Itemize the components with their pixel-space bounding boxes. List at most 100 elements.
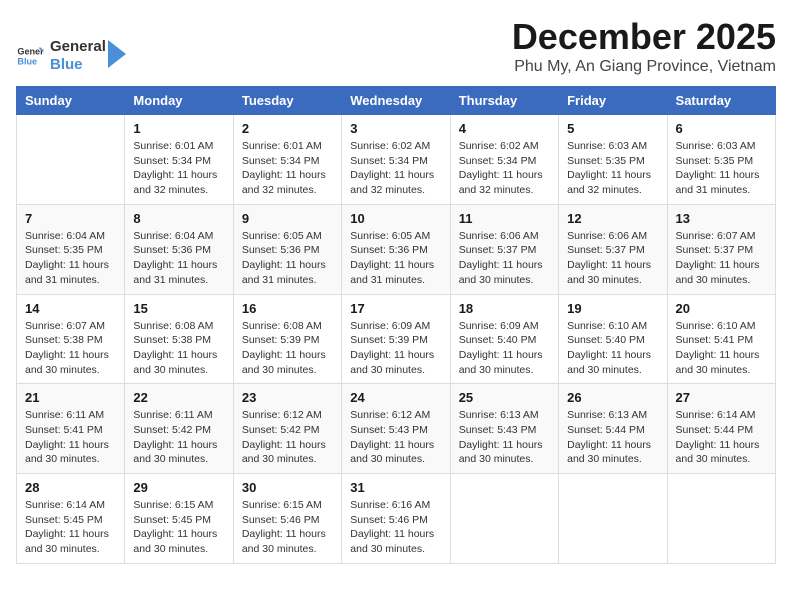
- title-section: December 2025 Phu My, An Giang Province,…: [512, 16, 776, 76]
- day-number: 27: [676, 390, 767, 405]
- calendar-cell: [450, 474, 558, 564]
- calendar-cell: 29 Sunrise: 6:15 AMSunset: 5:45 PMDayligh…: [125, 474, 233, 564]
- calendar-cell: 18 Sunrise: 6:09 AMSunset: 5:40 PMDayligh…: [450, 294, 558, 384]
- day-number: 14: [25, 301, 116, 316]
- day-info: Sunrise: 6:12 AMSunset: 5:42 PMDaylight:…: [242, 408, 333, 467]
- day-info: Sunrise: 6:10 AMSunset: 5:41 PMDaylight:…: [676, 319, 767, 378]
- day-number: 17: [350, 301, 441, 316]
- calendar-cell: 24 Sunrise: 6:12 AMSunset: 5:43 PMDayligh…: [342, 384, 450, 474]
- day-number: 7: [25, 211, 116, 226]
- day-info: Sunrise: 6:07 AMSunset: 5:37 PMDaylight:…: [676, 229, 767, 288]
- day-info: Sunrise: 6:08 AMSunset: 5:39 PMDaylight:…: [242, 319, 333, 378]
- day-number: 19: [567, 301, 658, 316]
- logo-general: General: [50, 38, 106, 56]
- day-info: Sunrise: 6:04 AMSunset: 5:36 PMDaylight:…: [133, 229, 224, 288]
- calendar-cell: 16 Sunrise: 6:08 AMSunset: 5:39 PMDayligh…: [233, 294, 341, 384]
- calendar-table: SundayMondayTuesdayWednesdayThursdayFrid…: [16, 86, 776, 564]
- day-number: 26: [567, 390, 658, 405]
- calendar-cell: 31 Sunrise: 6:16 AMSunset: 5:46 PMDayligh…: [342, 474, 450, 564]
- day-number: 12: [567, 211, 658, 226]
- weekday-header-friday: Friday: [559, 87, 667, 115]
- day-info: Sunrise: 6:10 AMSunset: 5:40 PMDaylight:…: [567, 319, 658, 378]
- day-number: 1: [133, 121, 224, 136]
- day-number: 18: [459, 301, 550, 316]
- calendar-cell: 7Sunrise: 6:04 AMSunset: 5:35 PMDaylight…: [17, 204, 125, 294]
- calendar-cell: 2Sunrise: 6:01 AMSunset: 5:34 PMDaylight…: [233, 115, 341, 205]
- day-number: 13: [676, 211, 767, 226]
- weekday-header-wednesday: Wednesday: [342, 87, 450, 115]
- calendar-week-2: 7Sunrise: 6:04 AMSunset: 5:35 PMDaylight…: [17, 204, 776, 294]
- day-number: 9: [242, 211, 333, 226]
- day-info: Sunrise: 6:16 AMSunset: 5:46 PMDaylight:…: [350, 498, 441, 557]
- day-info: Sunrise: 6:15 AMSunset: 5:45 PMDaylight:…: [133, 498, 224, 557]
- calendar-cell: 15Sunrise: 6:08 AMSunset: 5:38 PMDayligh…: [125, 294, 233, 384]
- day-info: Sunrise: 6:08 AMSunset: 5:38 PMDaylight:…: [133, 319, 224, 378]
- calendar-cell: 6Sunrise: 6:03 AMSunset: 5:35 PMDaylight…: [667, 115, 775, 205]
- month-title: December 2025: [512, 16, 776, 58]
- calendar-cell: 17 Sunrise: 6:09 AMSunset: 5:39 PMDayligh…: [342, 294, 450, 384]
- day-info: Sunrise: 6:03 AMSunset: 5:35 PMDaylight:…: [567, 139, 658, 198]
- calendar-header: SundayMondayTuesdayWednesdayThursdayFrid…: [17, 87, 776, 115]
- calendar-cell: 5 Sunrise: 6:03 AMSunset: 5:35 PMDaylight…: [559, 115, 667, 205]
- day-number: 16: [242, 301, 333, 316]
- calendar-cell: 14Sunrise: 6:07 AMSunset: 5:38 PMDayligh…: [17, 294, 125, 384]
- calendar-cell: 25Sunrise: 6:13 AMSunset: 5:43 PMDayligh…: [450, 384, 558, 474]
- svg-text:Blue: Blue: [17, 56, 37, 66]
- day-info: Sunrise: 6:05 AMSunset: 5:36 PMDaylight:…: [350, 229, 441, 288]
- day-number: 21: [25, 390, 116, 405]
- day-number: 24: [350, 390, 441, 405]
- weekday-header-saturday: Saturday: [667, 87, 775, 115]
- day-info: Sunrise: 6:06 AMSunset: 5:37 PMDaylight:…: [567, 229, 658, 288]
- calendar-cell: 11 Sunrise: 6:06 AMSunset: 5:37 PMDayligh…: [450, 204, 558, 294]
- day-number: 10: [350, 211, 441, 226]
- calendar-cell: 3 Sunrise: 6:02 AMSunset: 5:34 PMDaylight…: [342, 115, 450, 205]
- calendar-cell: 13 Sunrise: 6:07 AMSunset: 5:37 PMDayligh…: [667, 204, 775, 294]
- calendar-cell: 10 Sunrise: 6:05 AMSunset: 5:36 PMDayligh…: [342, 204, 450, 294]
- day-info: Sunrise: 6:06 AMSunset: 5:37 PMDaylight:…: [459, 229, 550, 288]
- day-info: Sunrise: 6:01 AMSunset: 5:34 PMDaylight:…: [133, 139, 224, 198]
- day-info: Sunrise: 6:09 AMSunset: 5:39 PMDaylight:…: [350, 319, 441, 378]
- day-info: Sunrise: 6:14 AMSunset: 5:45 PMDaylight:…: [25, 498, 116, 557]
- day-number: 5: [567, 121, 658, 136]
- calendar-cell: 23 Sunrise: 6:12 AMSunset: 5:42 PMDayligh…: [233, 384, 341, 474]
- day-number: 31: [350, 480, 441, 495]
- day-info: Sunrise: 6:12 AMSunset: 5:43 PMDaylight:…: [350, 408, 441, 467]
- day-number: 2: [242, 121, 333, 136]
- weekday-header-sunday: Sunday: [17, 87, 125, 115]
- day-info: Sunrise: 6:15 AMSunset: 5:46 PMDaylight:…: [242, 498, 333, 557]
- day-info: Sunrise: 6:11 AMSunset: 5:41 PMDaylight:…: [25, 408, 116, 467]
- day-number: 8: [133, 211, 224, 226]
- calendar-cell: 22Sunrise: 6:11 AMSunset: 5:42 PMDayligh…: [125, 384, 233, 474]
- day-info: Sunrise: 6:13 AMSunset: 5:43 PMDaylight:…: [459, 408, 550, 467]
- calendar-cell: 26Sunrise: 6:13 AMSunset: 5:44 PMDayligh…: [559, 384, 667, 474]
- weekday-header-tuesday: Tuesday: [233, 87, 341, 115]
- weekday-header-row: SundayMondayTuesdayWednesdayThursdayFrid…: [17, 87, 776, 115]
- calendar-cell: [17, 115, 125, 205]
- calendar-cell: 28 Sunrise: 6:14 AMSunset: 5:45 PMDayligh…: [17, 474, 125, 564]
- logo-icon: General Blue: [16, 42, 44, 70]
- day-info: Sunrise: 6:02 AMSunset: 5:34 PMDaylight:…: [350, 139, 441, 198]
- day-number: 28: [25, 480, 116, 495]
- day-info: Sunrise: 6:14 AMSunset: 5:44 PMDaylight:…: [676, 408, 767, 467]
- day-info: Sunrise: 6:02 AMSunset: 5:34 PMDaylight:…: [459, 139, 550, 198]
- calendar-week-5: 28 Sunrise: 6:14 AMSunset: 5:45 PMDayligh…: [17, 474, 776, 564]
- weekday-header-monday: Monday: [125, 87, 233, 115]
- calendar-cell: 12 Sunrise: 6:06 AMSunset: 5:37 PMDayligh…: [559, 204, 667, 294]
- calendar-cell: 1 Sunrise: 6:01 AMSunset: 5:34 PMDaylight…: [125, 115, 233, 205]
- calendar-cell: 8 Sunrise: 6:04 AMSunset: 5:36 PMDaylight…: [125, 204, 233, 294]
- location-subtitle: Phu My, An Giang Province, Vietnam: [512, 58, 776, 76]
- day-number: 3: [350, 121, 441, 136]
- calendar-cell: 21 Sunrise: 6:11 AMSunset: 5:41 PMDayligh…: [17, 384, 125, 474]
- day-number: 23: [242, 390, 333, 405]
- weekday-header-thursday: Thursday: [450, 87, 558, 115]
- calendar-cell: 30Sunrise: 6:15 AMSunset: 5:46 PMDayligh…: [233, 474, 341, 564]
- logo-flag: [108, 40, 126, 68]
- day-number: 29: [133, 480, 224, 495]
- day-info: Sunrise: 6:09 AMSunset: 5:40 PMDaylight:…: [459, 319, 550, 378]
- day-info: Sunrise: 6:05 AMSunset: 5:36 PMDaylight:…: [242, 229, 333, 288]
- calendar-week-3: 14Sunrise: 6:07 AMSunset: 5:38 PMDayligh…: [17, 294, 776, 384]
- day-number: 11: [459, 211, 550, 226]
- calendar-body: 1 Sunrise: 6:01 AMSunset: 5:34 PMDaylight…: [17, 115, 776, 564]
- day-number: 4: [459, 121, 550, 136]
- calendar-cell: 9 Sunrise: 6:05 AMSunset: 5:36 PMDaylight…: [233, 204, 341, 294]
